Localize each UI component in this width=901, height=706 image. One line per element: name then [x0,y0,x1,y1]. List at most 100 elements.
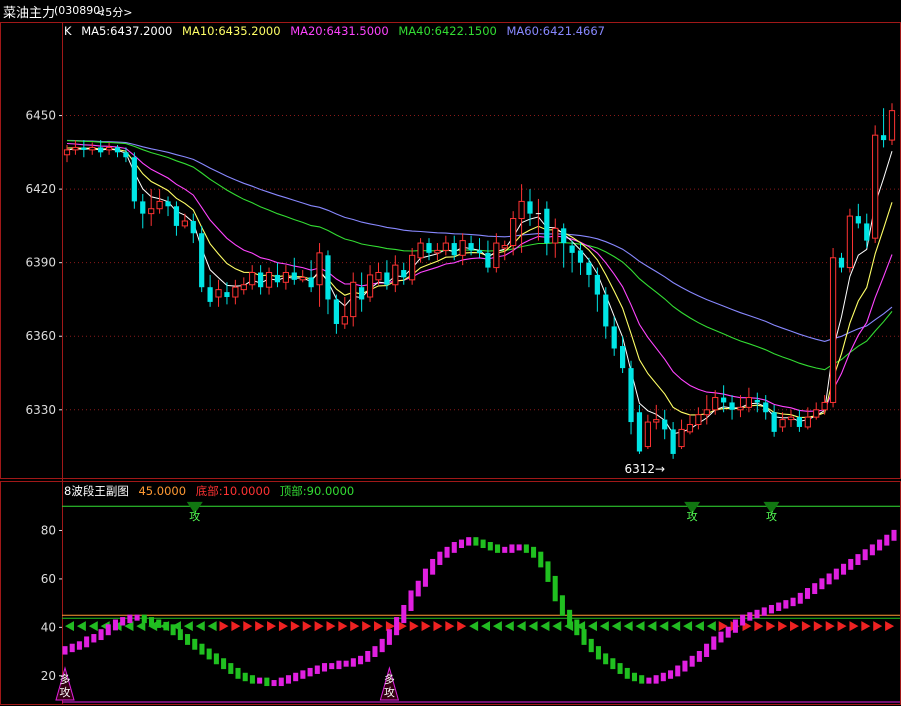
arrow-left [469,621,479,632]
oscillator-bar [552,575,558,602]
arrow-right [409,621,419,632]
arrow-left [183,621,193,632]
oscillator-bar [595,646,601,660]
oscillator-bar [112,619,118,631]
oscillator-bar [696,650,702,662]
oscillator-bar [350,658,356,667]
oscillator-bar [877,539,883,551]
candle-body-down [855,216,861,224]
oscillator-bar [725,626,731,638]
oscillator-bar [624,667,630,679]
candle-body-down [670,429,676,454]
sell-signal-label: 攻 [189,509,200,523]
candle-body-up [787,416,795,421]
oscillator-bar [336,660,342,670]
candle-body-up [299,276,306,281]
oscillator-bar [631,672,638,682]
buy-signal-label-long: 多 [60,672,71,686]
candle-body-down [207,287,213,302]
oscillator-bar [242,672,248,682]
oscillator-bar [747,612,753,621]
candle-body-down [569,245,575,253]
oscillator-bar [653,675,659,684]
oscillator-bar [235,667,241,679]
oscillator-bar [134,614,140,621]
candle-body-down [796,417,803,427]
candle-body-up [105,146,113,151]
arrow-right [362,621,372,632]
sub-y-tick-label: 60 [41,572,56,586]
oscillator-bar [668,670,674,679]
candle-body-up [366,274,374,298]
candle-body-up [240,284,247,291]
oscillator-bar [221,658,227,670]
arrow-left [623,621,633,632]
oscillator-bar [718,631,724,643]
candle-body-down [98,147,104,153]
arrow-left [504,621,514,632]
arrow-right [849,621,859,632]
oscillator-bar [408,590,414,611]
arrow-right [219,621,229,632]
candle-body-down [131,157,137,202]
arrow-left [207,621,217,632]
oscillator-bar [487,542,493,551]
candle-body-down [603,294,609,327]
candle-body-up [316,252,323,286]
arrow-left [492,621,502,632]
arrow-left [599,621,609,632]
arrow-left [76,621,86,632]
arrow-left [611,621,621,632]
oscillator-bar [855,554,861,565]
arrow-right [825,621,835,632]
arrow-right [801,621,811,632]
candle-body-up [72,146,79,151]
chart-canvas[interactable]: 645064206390636063306312→80604020攻攻攻多攻多攻… [0,0,901,706]
arrow-right [290,621,300,632]
oscillator-bar [458,539,465,549]
oscillator-bar [141,614,147,624]
candle-body-down [384,272,390,285]
oscillator-bar [833,568,839,580]
candle-body-down [401,270,407,278]
arrow-left [195,621,205,632]
candle-body-up [282,271,289,283]
candle-body-down [451,243,457,256]
candle-body-up [712,397,719,411]
y-tick-label: 6330 [25,403,56,417]
arrow-left [647,621,657,632]
candle-body-up [821,401,828,411]
arrow-right [790,621,800,632]
candle-body-up [804,416,811,428]
arrow-left [683,621,693,632]
oscillator-bar [148,617,155,626]
candle-body-down [173,206,180,226]
candle-body-down [359,287,365,300]
candle-body-down [199,233,205,288]
candle-body-up [442,242,449,251]
arrow-left [635,621,645,632]
ma-line-ma10 [66,147,893,418]
arrow-right [231,621,241,632]
oscillator-bar [581,629,587,645]
sub-y-tick-label: 20 [41,669,56,683]
candle-body-up [872,134,879,239]
arrow-left [481,621,490,632]
oscillator-bar [177,629,183,641]
oscillator-bar [278,677,284,687]
oscillator-bar [603,653,609,665]
candle-body-down [771,412,777,432]
arrow-left [516,621,526,632]
oscillator-bar [329,663,335,670]
arrow-right [350,621,360,632]
oscillator-bar [307,667,313,677]
arrow-right [873,621,883,632]
oscillator-bar [660,672,666,682]
oscillator-bar [639,675,645,684]
oscillator-bar [300,670,306,679]
oscillator-bar [264,677,270,687]
oscillator-bar [711,636,717,650]
arrow-right [433,621,443,632]
arrow-right [445,621,455,632]
oscillator-bar [516,544,522,551]
